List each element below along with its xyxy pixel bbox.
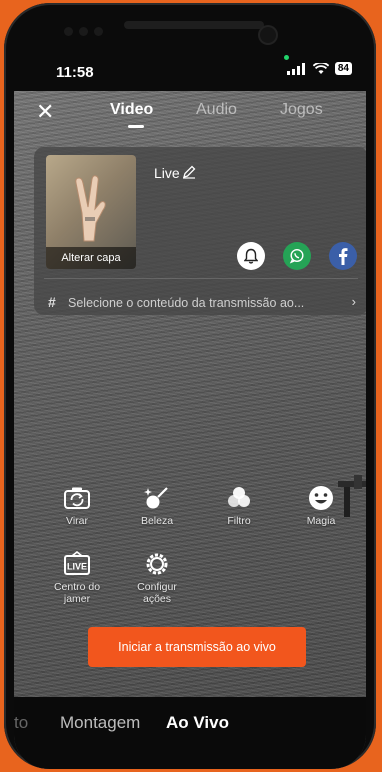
magic-face-icon <box>309 486 333 510</box>
tab-video[interactable]: Video <box>110 101 153 119</box>
flip-camera-icon <box>64 487 90 509</box>
topic-selector[interactable]: Selecione o conteúdo da transmissão ao..… <box>68 296 304 310</box>
wifi-icon <box>312 62 329 74</box>
facebook-icon[interactable] <box>329 242 357 270</box>
tool-label: Virar <box>66 515 88 527</box>
tool-label: Configur ações <box>137 581 177 605</box>
mode-tabs: ✕ Video Audio Jogos <box>14 97 366 128</box>
bell-icon[interactable] <box>237 242 265 270</box>
tool-magia[interactable]: Magia <box>286 485 356 527</box>
hashtag-icon: # <box>48 294 56 310</box>
cover-image[interactable]: Alterar capa <box>46 155 136 269</box>
status-time: 11:58 <box>56 64 94 81</box>
signal-icon <box>286 62 307 75</box>
beauty-wand-icon <box>144 487 168 509</box>
live-setup-card: Alterar capa Live # Selecione o conteúdo… <box>34 147 366 315</box>
change-cover-label: Alterar capa <box>46 247 136 269</box>
battery-indicator: 84 <box>334 62 352 75</box>
nav-item-ao-vivo[interactable]: Ao Vivo <box>166 713 229 733</box>
close-icon[interactable]: ✕ <box>36 101 54 123</box>
tab-jogos[interactable]: Jogos <box>280 101 323 119</box>
whatsapp-icon[interactable] <box>283 242 311 270</box>
tool-filtro[interactable]: Filtro <box>204 485 274 527</box>
nav-item-montagem[interactable]: Montagem <box>60 713 140 733</box>
earpiece-speaker <box>124 21 264 29</box>
tool-label: Centro do jamer <box>53 581 101 605</box>
tool-centro-do-jamer[interactable]: LIVE Centro do jamer <box>42 551 112 605</box>
status-icons: 84 <box>286 62 352 75</box>
share-options <box>237 242 357 270</box>
front-camera <box>260 27 276 43</box>
edit-pencil-icon[interactable] <box>182 165 196 179</box>
nav-item-partial[interactable]: to <box>14 713 28 733</box>
live-center-icon: LIVE <box>64 551 90 575</box>
sensor-dots <box>64 23 109 41</box>
tool-beleza[interactable]: Beleza <box>122 485 192 527</box>
tool-configuracoes[interactable]: Configur ações <box>122 551 192 605</box>
settings-gear-icon <box>146 553 168 575</box>
status-bar: 11:58 84 <box>14 47 366 91</box>
phone-frame: 11:58 84 ✕ Video Audio Jogos Alterar cap… <box>4 3 376 769</box>
tab-audio[interactable]: Audio <box>196 101 237 119</box>
filter-icon <box>228 487 250 507</box>
live-title[interactable]: Live <box>154 165 180 181</box>
tool-label: Filtro <box>227 515 251 527</box>
svg-text:LIVE: LIVE <box>67 562 87 572</box>
live-camera-preview: 11:58 84 ✕ Video Audio Jogos Alterar cap… <box>14 47 366 769</box>
cover-photo-hand <box>75 175 106 242</box>
tool-virar[interactable]: Virar <box>42 485 112 527</box>
chevron-right-icon[interactable]: › <box>352 294 356 309</box>
card-divider <box>44 278 358 279</box>
start-live-button[interactable]: Iniciar a transmissão ao vivo <box>88 627 306 667</box>
bottom-mode-nav: to Montagem Ao Vivo <box>14 697 366 769</box>
tool-label: Magia <box>306 515 336 527</box>
active-tab-indicator <box>128 125 144 128</box>
tool-label: Beleza <box>140 515 174 527</box>
